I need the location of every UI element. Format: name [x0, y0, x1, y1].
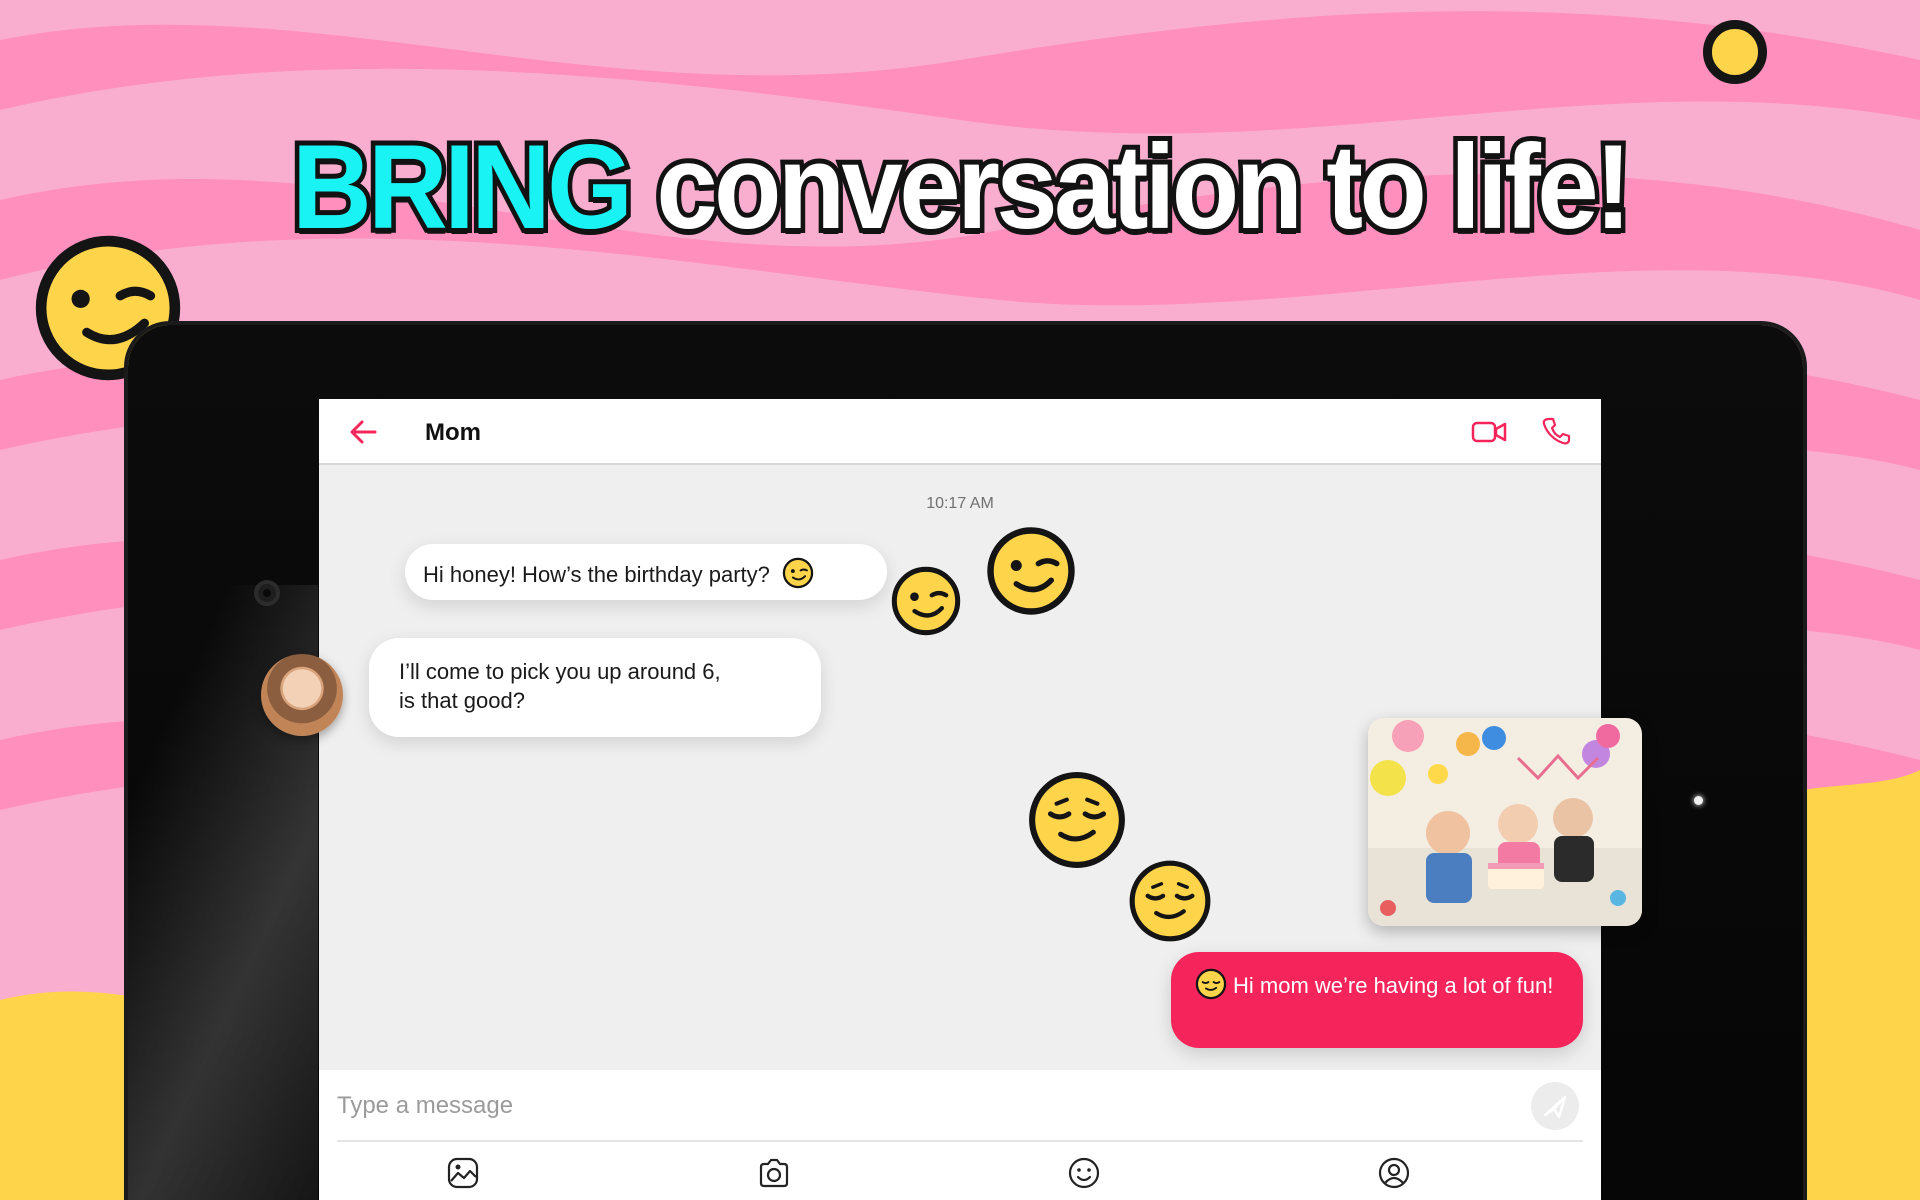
send-button[interactable] — [1531, 1082, 1579, 1130]
sensor-light — [1694, 796, 1703, 805]
message-text-line: I’ll come to pick you up around 6, — [399, 659, 721, 684]
headline: BRING conversation to life! — [77, 115, 1843, 259]
decorative-dot — [1703, 20, 1767, 84]
relieved-emoji-icon — [1195, 968, 1227, 1000]
relieved-emoji-icon — [1029, 772, 1125, 868]
divider — [337, 1140, 1583, 1142]
relieved-emoji-icon — [1129, 860, 1211, 942]
wink-emoji-icon — [891, 566, 961, 636]
incoming-message[interactable]: I’ll come to pick you up around 6, is th… — [369, 638, 821, 737]
wink-emoji-icon — [987, 527, 1075, 615]
video-call-icon[interactable] — [1471, 418, 1507, 446]
message-input[interactable] — [337, 1084, 1497, 1128]
app-bar: Mom — [319, 399, 1601, 465]
emoji-icon[interactable] — [1067, 1156, 1101, 1190]
headline-rest: conversation to life! — [652, 115, 1637, 259]
wink-emoji-icon — [782, 557, 814, 589]
gallery-icon[interactable] — [446, 1156, 480, 1190]
send-icon — [1543, 1095, 1567, 1119]
message-timestamp: 10:17 AM — [926, 495, 994, 512]
contacts-icon[interactable] — [1377, 1156, 1411, 1190]
front-camera — [254, 580, 280, 606]
camera-icon[interactable] — [757, 1156, 791, 1190]
message-text: Hi honey! How’s the birthday party? — [423, 562, 770, 587]
outgoing-message[interactable]: Hi mom we’re having a lot of fun! — [1171, 952, 1583, 1048]
headline-accent: BRING — [287, 115, 637, 259]
message-composer — [319, 1070, 1601, 1200]
incoming-message[interactable]: Hi honey! How’s the birthday party? — [405, 544, 887, 600]
message-text: Hi mom we’re having a lot of fun! — [1233, 973, 1554, 998]
contact-name: Mom — [425, 419, 481, 446]
phone-icon[interactable] — [1541, 416, 1571, 446]
chat-screen: Mom 10:17 AM Hi honey! How’s the birthda… — [261, 399, 1642, 1200]
back-arrow-icon[interactable] — [349, 419, 377, 445]
birthday-party-photo[interactable] — [1368, 718, 1642, 926]
message-text-line: is that good? — [399, 688, 525, 713]
contact-avatar[interactable] — [261, 654, 343, 736]
